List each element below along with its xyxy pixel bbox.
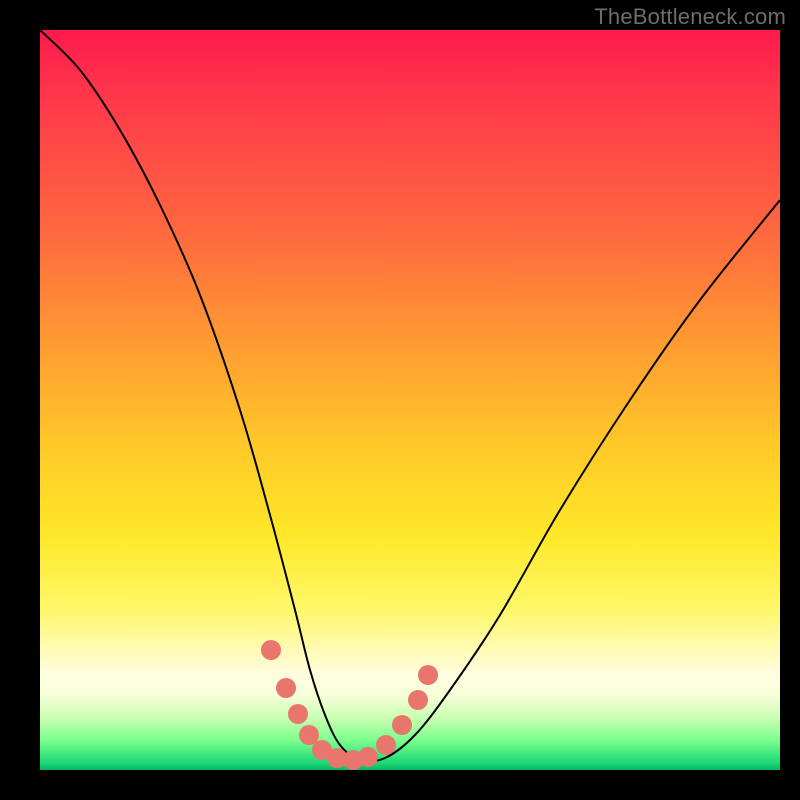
- marker-dot-8: [376, 735, 396, 755]
- bottleneck-curve: [40, 30, 780, 770]
- watermark-text: TheBottleneck.com: [594, 4, 786, 30]
- marker-dot-0: [261, 640, 281, 660]
- marker-dot-10: [408, 690, 428, 710]
- curve-path: [40, 30, 780, 761]
- marker-dot-1: [276, 678, 296, 698]
- marker-dot-2: [288, 704, 308, 724]
- curve-markers: [261, 640, 438, 770]
- marker-dot-7: [358, 747, 378, 767]
- marker-dot-9: [392, 715, 412, 735]
- chart-frame: TheBottleneck.com: [0, 0, 800, 800]
- marker-dot-11: [418, 665, 438, 685]
- plot-area: [40, 30, 780, 770]
